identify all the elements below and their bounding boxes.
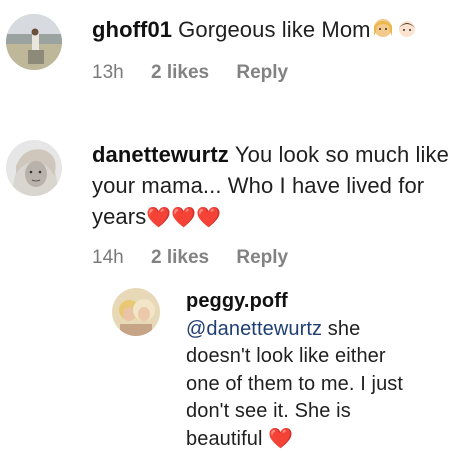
comment-username[interactable]: ghoff01 bbox=[92, 17, 172, 42]
hearts-emoji: ❤️❤️❤️ bbox=[146, 207, 222, 229]
portrait-photo-icon bbox=[6, 140, 62, 196]
avatar-ghoff01[interactable] bbox=[6, 14, 62, 70]
likes-count[interactable]: 2 likes bbox=[151, 62, 209, 83]
reply-text-line-2: doesn't look like either bbox=[186, 345, 386, 367]
comment-ghoff01: ghoff01 Gorgeous like Mom bbox=[92, 14, 464, 48]
comment-meta: 14h 2 likes Reply bbox=[92, 247, 310, 269]
likes-count[interactable]: 2 likes bbox=[151, 247, 209, 268]
couple-photo-icon bbox=[112, 288, 160, 336]
reply-text-line-1: she bbox=[322, 317, 361, 340]
heart-emoji: ❤️ bbox=[268, 427, 294, 450]
reply-text-line-3: one of them to me. I just bbox=[186, 372, 404, 395]
reply-username[interactable]: peggy.poff bbox=[186, 290, 288, 312]
comment-time: 13h bbox=[92, 62, 124, 83]
beach-photo-icon bbox=[6, 14, 62, 70]
avatar-danettewurtz[interactable] bbox=[6, 140, 62, 196]
comment-time: 14h bbox=[92, 247, 124, 268]
comment-username[interactable]: danettewurtz bbox=[92, 142, 229, 167]
mention-link[interactable]: @danettewurtz bbox=[186, 318, 322, 340]
avatar-peggy-poff[interactable] bbox=[112, 288, 160, 336]
reply-text-line-5: beautiful bbox=[186, 427, 263, 450]
reply-text-line-4: don't see it. She is bbox=[186, 400, 351, 422]
comment-text: Gorgeous like Mom bbox=[178, 17, 371, 42]
reply-peggy-poff: peggy.poff @danettewurtz she doesn't loo… bbox=[186, 288, 466, 453]
baby-girl-emoji bbox=[395, 16, 419, 48]
reply-button[interactable]: Reply bbox=[236, 62, 288, 83]
reply-button[interactable]: Reply bbox=[236, 247, 288, 268]
comment-danettewurtz: danettewurtz You look so much like your m… bbox=[92, 139, 468, 234]
person-blonde-emoji bbox=[371, 16, 395, 48]
comment-meta: 13h 2 likes Reply bbox=[92, 62, 310, 84]
